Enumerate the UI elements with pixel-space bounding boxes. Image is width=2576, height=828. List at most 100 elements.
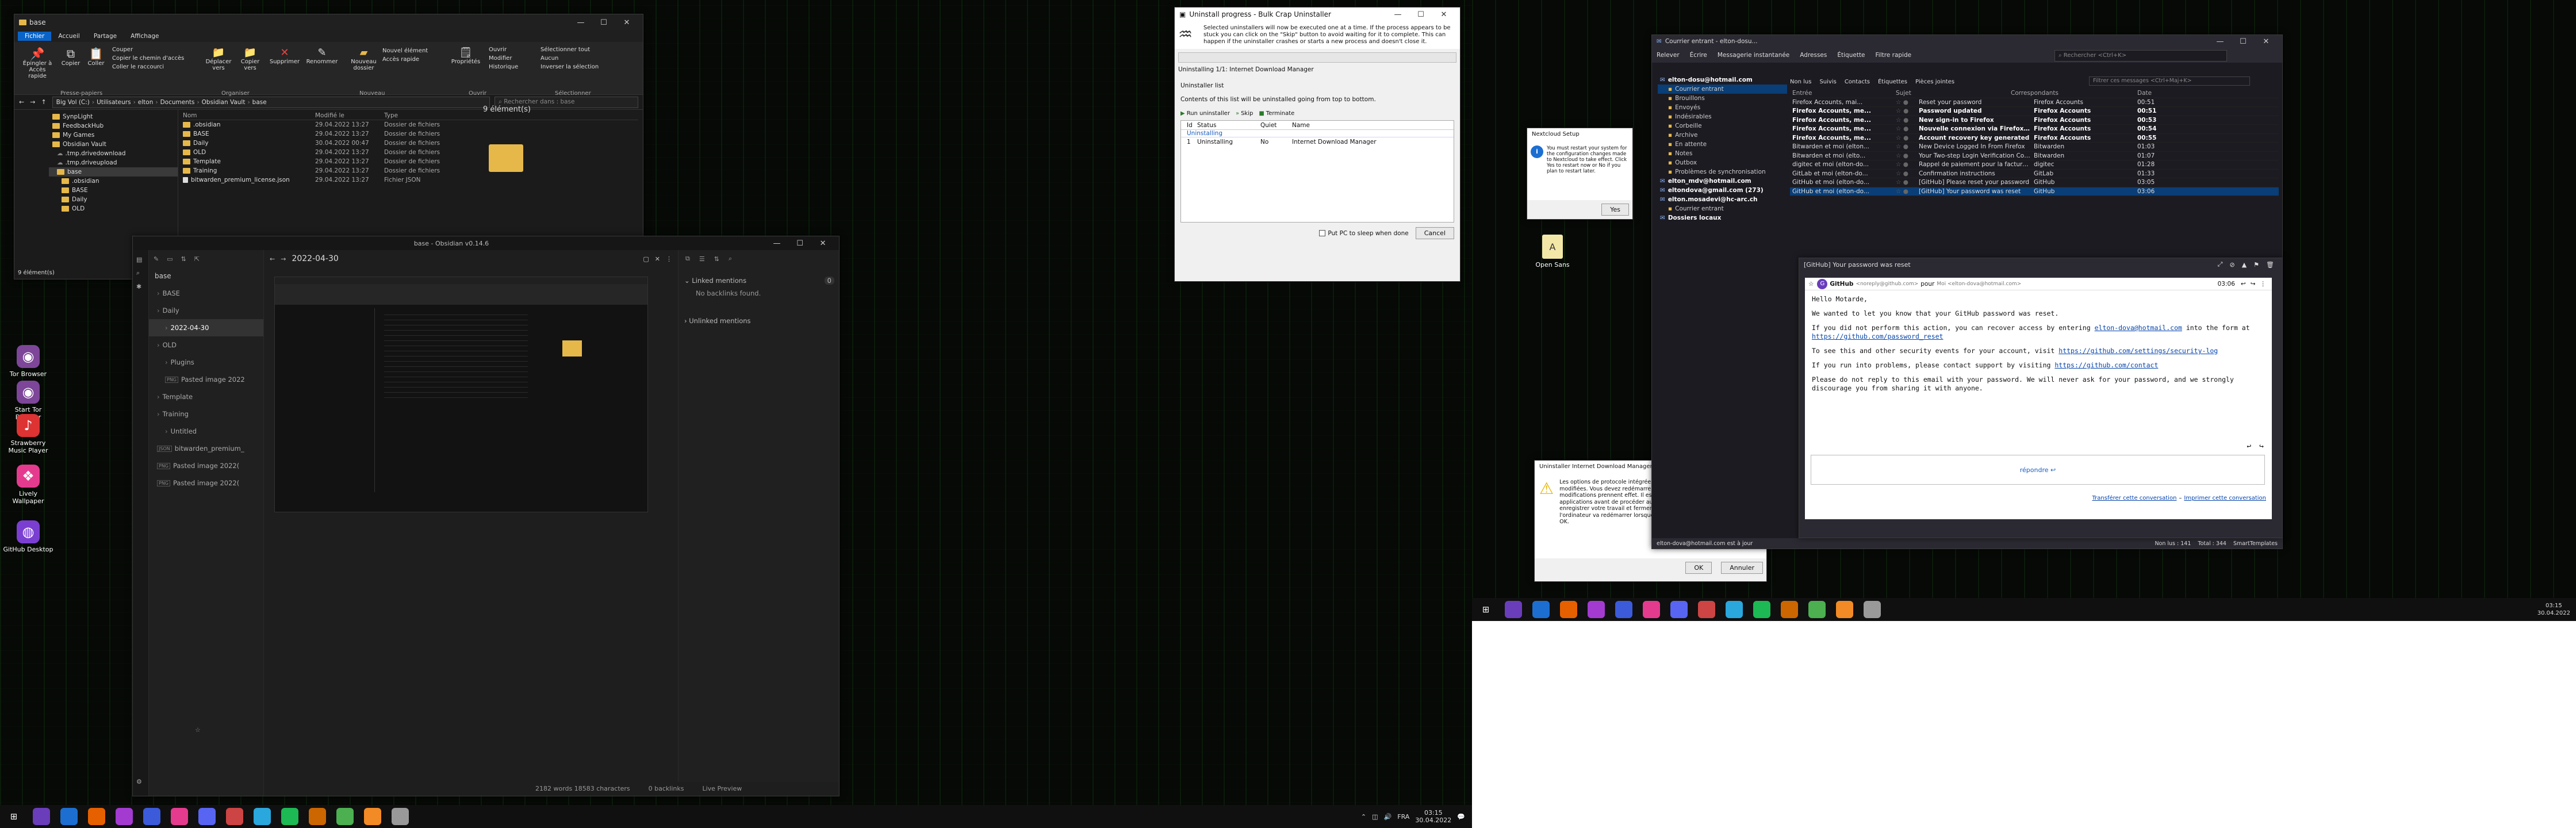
column-header[interactable]: Quiet <box>1260 122 1292 129</box>
history-button[interactable]: Historique <box>489 63 518 71</box>
more-icon[interactable]: ⋮ <box>2260 281 2267 288</box>
new-folder-icon[interactable]: ▭ <box>167 255 172 263</box>
volume-icon[interactable]: 🔊 <box>1384 813 1392 821</box>
folder-item[interactable]: ▪ Notes <box>1658 149 1787 158</box>
folder-item[interactable]: ▪ En attente <box>1658 140 1787 149</box>
file-tree-item[interactable]: PNG Pasted image 2022( <box>149 457 263 474</box>
folder-item[interactable]: ▪ Envoyés <box>1658 103 1787 112</box>
copy-path-button[interactable]: Copier le chemin d'accès <box>112 54 184 63</box>
close-icon[interactable]: ✕ <box>2255 37 2278 46</box>
toolbar-button[interactable]: » Skip <box>1236 110 1253 117</box>
star-icon[interactable]: ☆ ● <box>1893 152 1916 159</box>
language-indicator[interactable]: FRA <box>1397 813 1409 821</box>
properties-button[interactable]: 🗒 Propriétés <box>448 47 483 65</box>
message-row[interactable]: GitHub et moi (elton-do... ☆ ● [GitHub] Pl… <box>1790 178 2279 187</box>
desktop-icon[interactable]: ◉ Tor Browser <box>2 345 54 378</box>
star-icon[interactable]: ☆ <box>1808 281 1814 288</box>
folder-item[interactable]: ▪ Courrier entrant <box>1658 204 1787 213</box>
column-header[interactable]: Entrée <box>1790 90 1893 97</box>
paste-shortcut-button[interactable]: Coller le raccourci <box>112 63 184 71</box>
nav-tree-item[interactable]: ☁ .tmp.driveupload <box>49 158 178 167</box>
quick-filter-button[interactable]: Étiquettes <box>1878 79 1907 85</box>
tray-chevron-icon[interactable]: ⌃ <box>1361 813 1366 821</box>
modify-button[interactable]: Modifier <box>489 54 518 63</box>
back-icon[interactable]: ← <box>270 255 275 263</box>
maximize-icon[interactable]: ☐ <box>592 18 615 27</box>
lively-icon[interactable] <box>171 808 188 825</box>
bcu-icon[interactable] <box>1781 601 1798 618</box>
message-row[interactable]: Firefox Accounts, me... ☆ ● Password updat… <box>1790 107 2279 116</box>
app-icon[interactable] <box>392 808 409 825</box>
column-header[interactable]: Date <box>2135 90 2175 97</box>
explorer-titlebar[interactable]: base — ☐ ✕ <box>14 14 643 30</box>
popout-icon[interactable]: ⤢ <box>2218 260 2223 269</box>
file-tree-item[interactable]: JSON bitwarden_premium_ <box>149 440 263 457</box>
nav-tree-item[interactable]: BASE <box>49 186 178 195</box>
yes-button[interactable]: Yes <box>1601 204 1629 216</box>
reply-box[interactable]: répondre ↩ <box>1811 455 2265 485</box>
security-log-link[interactable]: https://github.com/settings/security-log <box>2058 347 2218 355</box>
column-header[interactable]: Id <box>1181 122 1197 129</box>
email-link[interactable]: elton-dova@hotmail.com <box>2095 324 2182 332</box>
open-button[interactable]: Ouvrir <box>489 45 518 54</box>
message-row[interactable]: GitLab et moi (elton-do... ☆ ● Confirmatio… <box>1790 170 2279 178</box>
folder-item[interactable]: ✉ elton.mosadevi@hc-arc.ch <box>1658 195 1787 204</box>
minimize-icon[interactable]: — <box>569 18 592 27</box>
reading-mode-icon[interactable]: ▢ <box>643 255 649 263</box>
select-none-button[interactable]: Aucun <box>540 54 599 63</box>
message-titlebar[interactable]: [GitHub] Your password was reset ⤢ ⊘ ▲ ⚑… <box>1799 258 2282 271</box>
file-tree-item[interactable]: › 2022-04-30 <box>149 319 263 336</box>
paste-button[interactable]: 📋 Coller <box>85 47 108 67</box>
network-icon[interactable]: ◫ <box>1372 813 1378 821</box>
editor-mode[interactable]: Live Preview <box>702 785 742 792</box>
spotify-icon[interactable] <box>281 808 298 825</box>
quick-filter-button[interactable]: Non lus <box>1790 79 1811 85</box>
toolbar-button[interactable]: ■ Terminate <box>1259 110 1294 117</box>
quick-filter-button[interactable]: Pièces jointes <box>1915 79 1954 85</box>
close-icon[interactable]: ✕ <box>615 18 638 27</box>
sort-icon[interactable]: ⇅ <box>181 255 186 263</box>
toolbar-button[interactable]: Filtre rapide <box>1876 52 1912 59</box>
file-tree-item[interactable]: PNG Pasted image 2022 <box>149 371 263 388</box>
start-icon[interactable]: ⊞ <box>5 808 22 825</box>
star-icon[interactable]: ☆ ● <box>1893 188 1916 195</box>
minimize-icon[interactable]: — <box>2209 37 2232 46</box>
nav-tree-item[interactable]: My Games <box>49 131 178 140</box>
folder-item[interactable]: ✉ elton-dosu@hotmail.com <box>1658 75 1787 85</box>
search-icon[interactable]: ⌕ <box>136 269 145 277</box>
firefox-icon[interactable] <box>88 808 105 825</box>
expand-chevron-icon[interactable]: › <box>684 317 689 325</box>
clock[interactable]: 03:15 30.04.2022 <box>1415 809 1451 824</box>
explorer-icon[interactable] <box>226 808 243 825</box>
tor-icon[interactable] <box>1588 601 1605 618</box>
toolbar-button[interactable]: Étiquette <box>1837 52 1865 59</box>
minimize-icon[interactable]: — <box>765 239 788 248</box>
obsidian-icon[interactable] <box>1726 601 1743 618</box>
star-icon[interactable]: ☆ ● <box>1893 143 1916 150</box>
delete-button[interactable]: ✕ Supprimer <box>267 47 302 65</box>
reply-arrow-icon[interactable]: ↩ <box>2247 442 2251 451</box>
discord-icon[interactable] <box>198 808 216 825</box>
file-tree-item[interactable]: › Plugins <box>149 354 263 371</box>
folder-item[interactable]: ✉ eltondova@gmail.com (273) <box>1658 186 1787 195</box>
desktop-icon[interactable]: ❖ Lively Wallpaper <box>2 465 54 505</box>
forward-icon[interactable]: → <box>281 255 286 263</box>
minimize-icon[interactable]: — <box>1386 10 1409 19</box>
file-row[interactable]: Training 29.04.2022 13:27 Dossier de fichi… <box>183 166 638 175</box>
quick-filter-button[interactable]: Contacts <box>1845 79 1870 85</box>
nav-tree-item[interactable]: SynpLight <box>49 112 178 121</box>
message-row[interactable]: digitec et moi (elton-do... ☆ ● Rappel de … <box>1790 160 2279 170</box>
graph-icon[interactable]: ✱ <box>136 283 145 290</box>
ribbon-tab[interactable]: Partage <box>87 32 124 41</box>
toolbar-button[interactable]: Messagerie instantanée <box>1718 52 1789 59</box>
new-note-icon[interactable]: ✎ <box>154 255 159 263</box>
breadcrumb-item[interactable]: Big Vol (C:) <box>56 99 90 106</box>
move-to-button[interactable]: 📁 Déplacer vers <box>204 47 233 71</box>
start-icon[interactable]: ⊞ <box>1477 601 1494 618</box>
app-icon[interactable] <box>1864 601 1881 618</box>
file-tree-item[interactable]: › Training <box>149 405 263 423</box>
copy-to-button[interactable]: 📁 Copier vers <box>236 47 264 71</box>
close-icon[interactable]: ✕ <box>811 239 834 248</box>
annuler-button[interactable]: Annuler <box>1721 562 1763 574</box>
ribbon-tab[interactable]: Accueil <box>51 32 87 41</box>
